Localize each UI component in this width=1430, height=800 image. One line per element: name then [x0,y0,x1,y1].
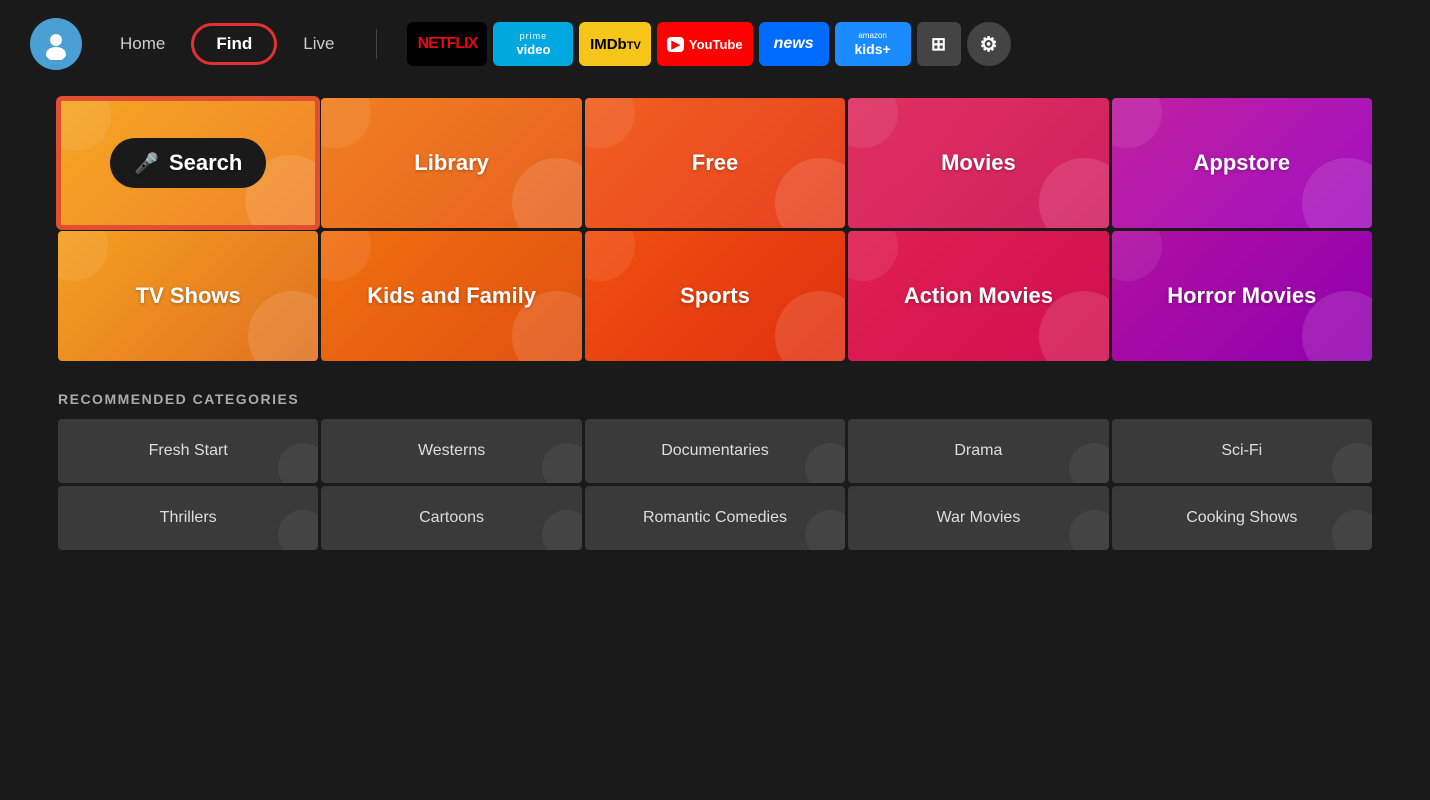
microphone-icon: 🎤 [134,151,159,176]
kidsandfamily-cell[interactable]: Kids and Family [321,231,581,361]
horrormovies-cell[interactable]: Horror Movies [1112,231,1372,361]
rec-sci-fi[interactable]: Sci-Fi [1112,419,1372,483]
rec-cooking-shows[interactable]: Cooking Shows [1112,486,1372,550]
youtube-icon: ▶ [667,37,683,52]
nav-items: Home Find Live [98,23,356,65]
movies-label: Movies [941,150,1016,176]
actionmovies-label: Action Movies [904,283,1053,309]
thrillers-label: Thrillers [160,509,217,527]
appstore-cell[interactable]: Appstore [1112,98,1372,228]
category-grid: 🎤 Search Library Free Movies Appstore TV… [58,98,1372,361]
movies-cell[interactable]: Movies [848,98,1108,228]
youtube-label: YouTube [689,37,743,52]
library-cell[interactable]: Library [321,98,581,228]
sci-fi-label: Sci-Fi [1221,442,1262,460]
settings-icon: ⚙ [980,32,998,57]
prime-logo[interactable]: prime video [493,22,573,66]
horrormovies-label: Horror Movies [1167,283,1316,309]
rec-thrillers[interactable]: Thrillers [58,486,318,550]
war-movies-label: War Movies [936,509,1020,527]
tvshows-cell[interactable]: TV Shows [58,231,318,361]
main-content: 🎤 Search Library Free Movies Appstore TV… [0,88,1430,570]
search-label: Search [169,150,242,176]
search-button[interactable]: 🎤 Search [110,138,266,188]
rec-drama[interactable]: Drama [848,419,1108,483]
recommended-grid: Fresh Start Westerns Documentaries Drama… [58,419,1372,550]
cartoons-label: Cartoons [419,509,484,527]
news-logo[interactable]: news [759,22,829,66]
imdb-label: IMDbTV [590,36,641,53]
drama-label: Drama [954,442,1002,460]
news-label: news [774,35,814,53]
prime-top-label: prime [520,31,548,41]
amazon-label: amazon [858,31,886,40]
westerns-label: Westerns [418,442,485,460]
documentaries-label: Documentaries [661,442,769,460]
rec-westerns[interactable]: Westerns [321,419,581,483]
netflix-logo[interactable]: NETFLIX [407,22,487,66]
free-cell[interactable]: Free [585,98,845,228]
actionmovies-cell[interactable]: Action Movies [848,231,1108,361]
search-cell[interactable]: 🎤 Search [58,98,318,228]
nav-divider [376,29,377,59]
kids-label: kids+ [854,41,890,57]
youtube-logo[interactable]: ▶ YouTube [657,22,752,66]
sports-cell[interactable]: Sports [585,231,845,361]
amazon-kids-logo[interactable]: amazon kids+ [835,22,911,66]
rec-war-movies[interactable]: War Movies [848,486,1108,550]
recommended-section: RECOMMENDED CATEGORIES Fresh Start Weste… [58,391,1372,550]
nav-find[interactable]: Find [191,23,277,65]
romantic-comedies-label: Romantic Comedies [643,509,787,527]
nav-live[interactable]: Live [281,24,356,64]
apps-icon: ⊞ [931,34,946,55]
rec-fresh-start[interactable]: Fresh Start [58,419,318,483]
rec-documentaries[interactable]: Documentaries [585,419,845,483]
imdb-logo[interactable]: IMDbTV [579,22,651,66]
rec-cartoons[interactable]: Cartoons [321,486,581,550]
user-avatar[interactable] [30,18,82,70]
cooking-shows-label: Cooking Shows [1186,509,1297,527]
fresh-start-label: Fresh Start [149,442,228,460]
sports-label: Sports [680,283,750,309]
nav-home[interactable]: Home [98,24,187,64]
service-logos: NETFLIX prime video IMDbTV ▶ YouTube new… [407,22,1010,66]
prime-bottom-label: video [516,42,550,57]
library-label: Library [414,150,489,176]
apps-button[interactable]: ⊞ [917,22,961,66]
free-label: Free [692,150,738,176]
rec-romantic-comedies[interactable]: Romantic Comedies [585,486,845,550]
settings-button[interactable]: ⚙ [967,22,1011,66]
recommended-title: RECOMMENDED CATEGORIES [58,391,1372,407]
tvshows-label: TV Shows [136,283,241,309]
appstore-label: Appstore [1194,150,1291,176]
header: Home Find Live NETFLIX prime video IMDbT… [0,0,1430,88]
netflix-label: NETFLIX [418,35,478,53]
kidsandfamily-label: Kids and Family [367,283,536,309]
